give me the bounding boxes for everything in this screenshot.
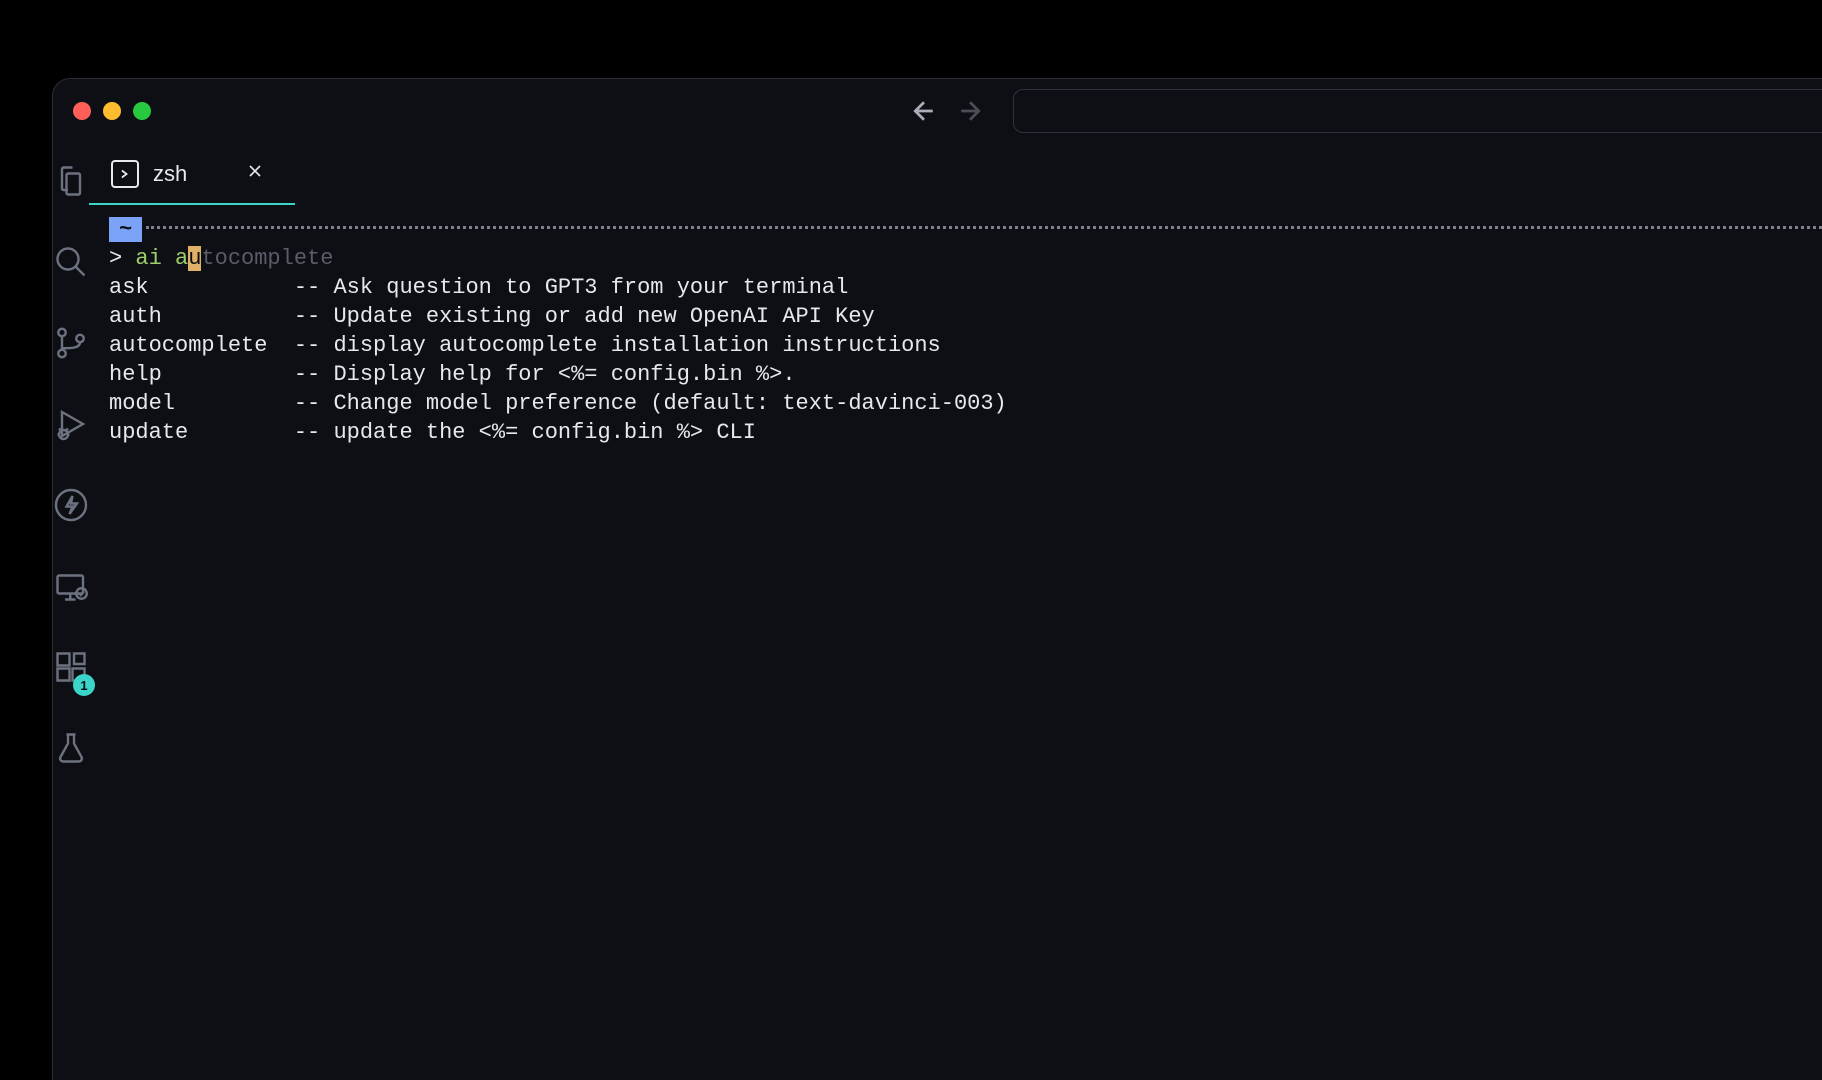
terminal-cursor: u: [188, 246, 201, 271]
source-control-icon[interactable]: [53, 325, 89, 366]
completion-cmd: model: [109, 391, 175, 416]
command-typed: ai a: [135, 246, 188, 271]
command-suggestion-tail: tocomplete: [201, 246, 333, 271]
window-controls: [73, 102, 151, 120]
completion-desc: update the <%= config.bin %> CLI: [333, 420, 755, 445]
prompt-rule: [146, 226, 1822, 229]
titlebar: [53, 79, 1822, 143]
completion-desc: Display help for <%= config.bin %>.: [333, 362, 795, 387]
command-center-input[interactable]: [1013, 89, 1822, 133]
thunder-icon[interactable]: [53, 487, 89, 528]
completion-pad: [162, 304, 294, 329]
completion-cmd: auth: [109, 304, 162, 329]
completion-pad: [267, 333, 293, 358]
nav-back-icon[interactable]: [909, 96, 939, 126]
completion-cmd: autocomplete: [109, 333, 267, 358]
nav-forward-icon[interactable]: [955, 96, 985, 126]
completion-cmd: ask: [109, 275, 149, 300]
completion-desc: Ask question to GPT3 from your terminal: [333, 275, 848, 300]
remote-explorer-icon[interactable]: [53, 568, 89, 609]
extensions-icon[interactable]: 1: [53, 649, 89, 690]
terminal-pane[interactable]: ~ > ai autocomplete ask -- Ask question …: [89, 205, 1822, 1080]
completion-cmd: update: [109, 420, 188, 445]
tab-zsh[interactable]: zsh: [89, 143, 295, 205]
body-area: 1 zsh ~ > ai autocomplete ask: [53, 143, 1822, 1080]
tab-label: zsh: [153, 161, 187, 187]
search-icon[interactable]: [53, 244, 89, 285]
run-debug-icon[interactable]: [53, 406, 89, 447]
activity-bar: 1: [53, 143, 89, 1080]
editor-window: 1 zsh ~ > ai autocomplete ask: [52, 78, 1822, 1080]
terminal-icon: [111, 160, 139, 188]
completion-pad: [162, 362, 294, 387]
close-window-button[interactable]: [73, 102, 91, 120]
beaker-icon[interactable]: [53, 730, 89, 771]
maximize-window-button[interactable]: [133, 102, 151, 120]
completion-pad: [188, 420, 294, 445]
minimize-window-button[interactable]: [103, 102, 121, 120]
completion-desc: display autocomplete installation instru…: [333, 333, 940, 358]
explorer-icon[interactable]: [53, 163, 89, 204]
completion-desc: Change model preference (default: text-d…: [333, 391, 1006, 416]
completion-cmd: help: [109, 362, 162, 387]
tab-bar: zsh: [89, 143, 1822, 205]
tab-close-icon[interactable]: [245, 161, 265, 187]
prompt-symbol: >: [109, 246, 122, 271]
nav-arrows: [909, 96, 985, 126]
editor-area: zsh ~ > ai autocomplete ask -- Ask quest…: [89, 143, 1822, 1080]
prompt-path: ~: [109, 217, 142, 242]
completion-desc: Update existing or add new OpenAI API Ke…: [333, 304, 874, 329]
completion-pad: [175, 391, 294, 416]
completion-pad: [149, 275, 294, 300]
